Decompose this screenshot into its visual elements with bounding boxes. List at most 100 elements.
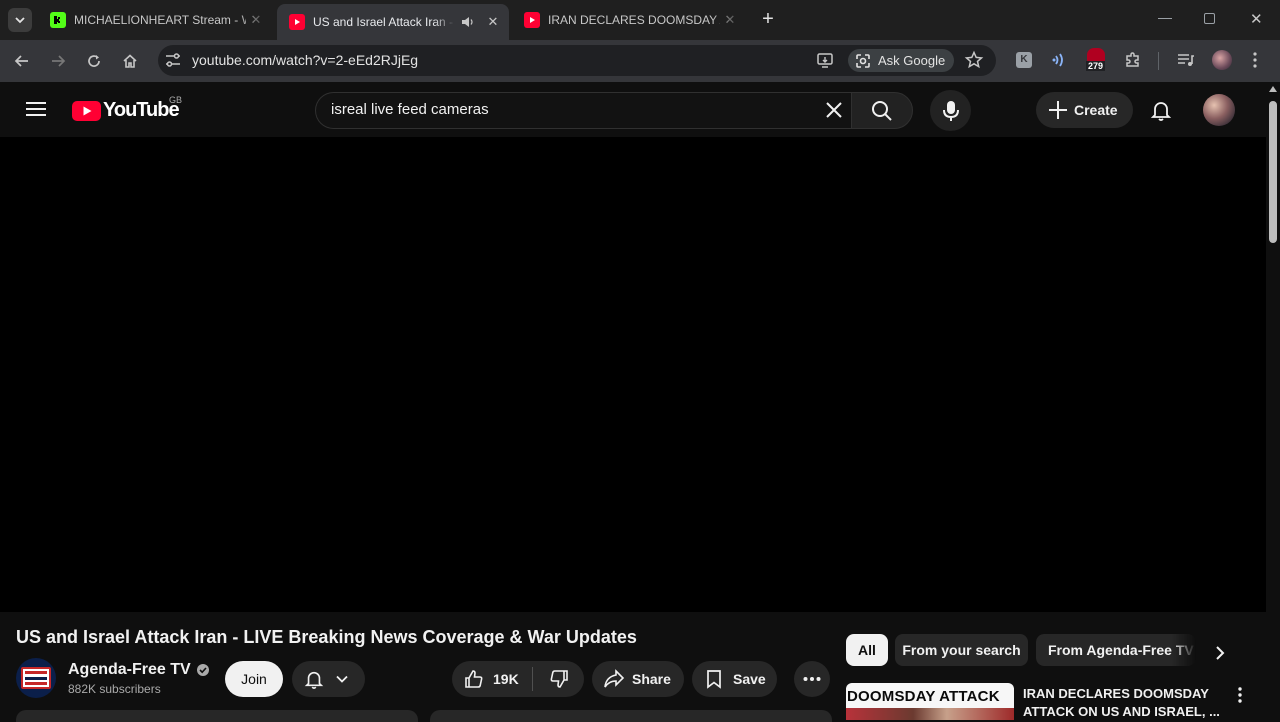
verified-check-icon	[196, 664, 209, 676]
url-text[interactable]: youtube.com/watch?v=2-eEd2RJjEg	[192, 52, 418, 68]
chips-next-arrow-icon[interactable]	[1214, 645, 1226, 666]
close-tab-icon[interactable]: ✕	[720, 10, 740, 30]
minimize-window-icon[interactable]	[1158, 18, 1172, 19]
subscriber-count: 882K subscribers	[68, 682, 161, 696]
bookmark-star-icon[interactable]	[964, 50, 984, 75]
clear-search-icon[interactable]	[825, 101, 843, 124]
guide-menu-icon[interactable]	[26, 101, 46, 122]
tab-title: IRAN DECLARES DOOMSDAY A	[548, 13, 720, 27]
tab-search-button[interactable]	[8, 8, 32, 32]
recommended-title-line2: ATTACK ON US AND ISRAEL, ...	[1023, 704, 1220, 719]
youtube-favicon-icon	[289, 14, 305, 30]
save-button[interactable]: Save	[692, 661, 777, 697]
video-title: US and Israel Attack Iran - LIVE Breakin…	[16, 627, 637, 647]
google-lens-icon	[856, 53, 870, 68]
notifications-bell-icon[interactable]	[1150, 99, 1172, 126]
description-card[interactable]	[16, 710, 418, 722]
like-count: 19K	[493, 671, 519, 687]
channel-name-text: Agenda-Free TV	[68, 661, 191, 678]
close-window-icon[interactable]: ✕	[1250, 10, 1263, 28]
media-control-icon[interactable]	[1177, 52, 1195, 73]
profile-avatar[interactable]	[1212, 50, 1232, 70]
bookmark-icon	[707, 670, 721, 689]
chip-label: From Agenda-Free TV	[1048, 642, 1194, 658]
share-button[interactable]: Share	[592, 661, 684, 697]
thumbs-down-icon	[550, 670, 568, 688]
video-player[interactable]	[0, 137, 1266, 612]
thumbs-up-icon	[465, 670, 483, 688]
close-tab-icon[interactable]: ✕	[483, 12, 503, 32]
forward-arrow-icon[interactable]	[46, 49, 70, 73]
tab-title: MICHAELIONHEART Stream - W	[74, 13, 246, 27]
join-button[interactable]: Join	[225, 661, 283, 697]
youtube-play-logo-icon	[72, 100, 101, 121]
browser-tab[interactable]: IRAN DECLARES DOOMSDAY A ✕	[512, 6, 746, 34]
new-tab-plus-icon[interactable]: +	[757, 8, 779, 30]
bell-icon	[304, 671, 324, 689]
chip-from-your-search[interactable]: From your search	[895, 634, 1028, 666]
install-app-icon[interactable]	[816, 51, 834, 74]
share-arrow-icon	[604, 669, 625, 688]
channel-avatar[interactable]	[16, 658, 56, 698]
plus-icon	[1049, 101, 1067, 119]
speaker-audio-icon[interactable]	[461, 15, 475, 29]
recommended-more-icon[interactable]	[1238, 687, 1242, 708]
youtube-logo-text: YouTube	[103, 99, 180, 121]
more-horizontal-icon	[803, 677, 821, 681]
restore-window-icon[interactable]	[1204, 13, 1215, 24]
like-dislike-group: 19K	[452, 661, 584, 697]
more-actions-button[interactable]	[794, 661, 830, 697]
ask-google-label: Ask Google	[878, 53, 946, 68]
scroll-up-arrow-icon[interactable]	[1269, 86, 1277, 92]
extension-badge-icon[interactable]	[1087, 48, 1105, 62]
chrome-menu-icon[interactable]	[1253, 52, 1257, 68]
chip-all[interactable]: All	[846, 634, 888, 666]
extension-k-icon[interactable]: K	[1016, 52, 1032, 68]
youtube-favicon-icon	[524, 12, 540, 28]
microphone-icon	[942, 100, 959, 121]
close-tab-icon[interactable]: ✕	[246, 10, 266, 30]
ask-google-button[interactable]: Ask Google	[848, 49, 954, 72]
dislike-button[interactable]	[533, 661, 584, 697]
search-icon	[872, 100, 892, 121]
recommended-thumbnail[interactable]: DOOMSDAY ATTACK	[846, 683, 1014, 720]
scrollbar-thumb[interactable]	[1269, 101, 1277, 243]
site-info-icon[interactable]	[164, 52, 182, 73]
create-button[interactable]: Create	[1036, 92, 1133, 128]
like-button[interactable]: 19K	[452, 661, 532, 697]
browser-tab[interactable]: MICHAELIONHEART Stream - W ✕	[38, 6, 272, 34]
thumbnail-image	[846, 708, 1014, 720]
thumbnail-text: DOOMSDAY ATTACK	[847, 688, 1000, 705]
chevron-down-icon	[15, 17, 25, 24]
extensions-puzzle-icon[interactable]	[1124, 51, 1142, 74]
comment-card[interactable]	[430, 710, 832, 722]
account-avatar[interactable]	[1203, 94, 1235, 126]
join-label: Join	[241, 671, 267, 687]
create-label: Create	[1074, 102, 1118, 118]
youtube-logo[interactable]: YouTube	[72, 99, 180, 122]
home-icon[interactable]	[118, 49, 142, 73]
browser-tab-strip: MICHAELIONHEART Stream - W ✕ US and Isra…	[0, 0, 1280, 40]
back-arrow-icon[interactable]	[10, 49, 34, 73]
toolbar-divider	[1158, 52, 1159, 70]
extension-audio-icon[interactable]	[1051, 51, 1069, 74]
browser-tab-active[interactable]: US and Israel Attack Iran - L ✕	[277, 4, 509, 40]
region-code: GB	[169, 95, 183, 105]
search-button[interactable]	[851, 92, 913, 129]
recommended-title[interactable]: IRAN DECLARES DOOMSDAY ATTACK ON US AND …	[1023, 685, 1223, 721]
tab-title: US and Israel Attack Iran - L	[313, 15, 455, 29]
chip-label: From your search	[902, 642, 1021, 658]
chip-label: All	[858, 642, 876, 658]
voice-search-button[interactable]	[930, 90, 971, 131]
search-query-text[interactable]: isreal live feed cameras	[331, 101, 489, 118]
subscribed-notifications-button[interactable]	[292, 661, 365, 697]
share-label: Share	[632, 671, 671, 687]
chevron-down-icon	[336, 675, 348, 683]
channel-name[interactable]: Agenda-Free TV	[68, 661, 210, 679]
chip-from-channel[interactable]: From Agenda-Free TV	[1036, 634, 1196, 666]
kick-favicon-icon	[50, 12, 66, 28]
reload-icon[interactable]	[82, 49, 106, 73]
save-label: Save	[733, 671, 766, 687]
extension-badge-count: 279	[1086, 61, 1106, 71]
recommended-title-line1: IRAN DECLARES DOOMSDAY	[1023, 686, 1209, 701]
